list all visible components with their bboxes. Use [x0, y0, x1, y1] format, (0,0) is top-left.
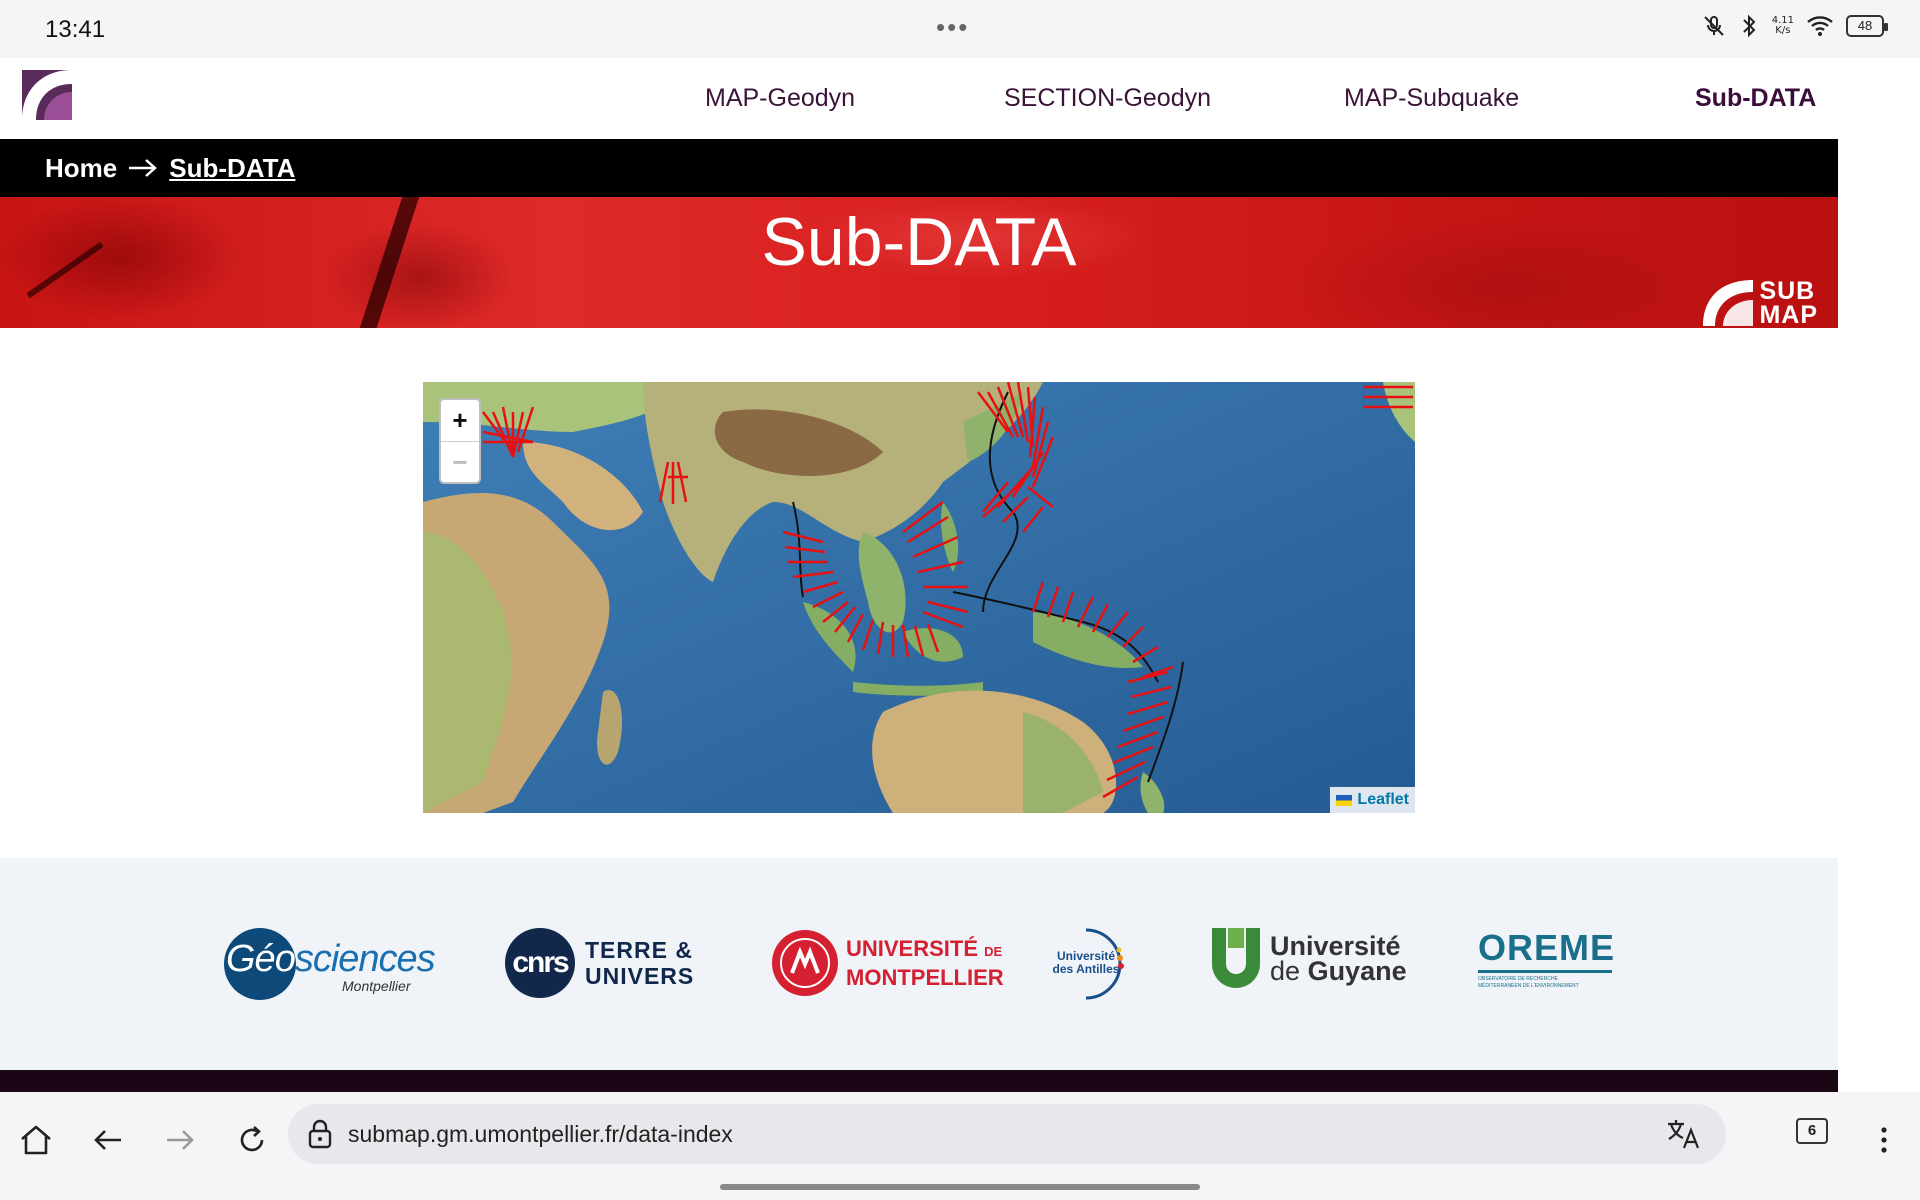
back-arrow-icon[interactable]: [84, 1116, 132, 1164]
tabs-count-button[interactable]: 6: [1796, 1118, 1828, 1144]
montpellier-seal-icon: [772, 930, 838, 996]
submap-logo: SUB MAP: [1703, 277, 1818, 328]
mute-icon: [1702, 14, 1726, 38]
guyane-logo[interactable]: Université de Guyane: [1210, 926, 1407, 992]
nav-sub-data[interactable]: Sub-DATA: [1695, 84, 1816, 113]
page-banner: Sub-DATA SUB MAP: [0, 197, 1838, 328]
status-icons: 4.11 K/s 48: [1702, 14, 1888, 38]
oreme-mark: OREME: [1478, 927, 1616, 968]
montpellier-line1: UNIVERSITÉ: [846, 935, 979, 961]
arrow-right-icon: [127, 157, 159, 179]
guyane-de: de: [1270, 956, 1301, 986]
oreme-divider: [1478, 970, 1612, 973]
menu-dots-icon[interactable]: [1860, 1116, 1908, 1164]
more-dots-icon[interactable]: •••: [936, 12, 969, 43]
battery-indicator: 48: [1846, 15, 1888, 37]
submap-logo-icon: [1703, 280, 1754, 326]
url-text[interactable]: submap.gm.umontpellier.fr/data-index: [348, 1121, 733, 1148]
lock-icon: [308, 1119, 332, 1154]
site-header: MAP-Geodyn SECTION-Geodyn MAP-Subquake S…: [0, 58, 1838, 139]
montpellier-logo[interactable]: UNIVERSITÉ DE MONTPELLIER: [770, 928, 1004, 998]
page-title: Sub-DATA: [761, 204, 1077, 280]
breadcrumb: Home Sub-DATA: [0, 139, 1838, 197]
net-speed-unit: K/s: [1775, 25, 1791, 36]
guyane-line2: Guyane: [1307, 956, 1407, 986]
oreme-sub1: OBSERVATOIRE DE RECHERCHE: [1478, 976, 1558, 982]
montpellier-de: DE: [984, 943, 1003, 959]
cnrs-mark: cnrs: [505, 928, 575, 998]
submap-logo-line1: SUB: [1759, 277, 1816, 305]
cnrs-line1: TERRE &: [585, 937, 693, 963]
geosciences-text-sciences: sciences: [294, 938, 436, 980]
translate-icon[interactable]: [1666, 1118, 1700, 1155]
nav-map-subquake[interactable]: MAP-Subquake: [1344, 84, 1519, 113]
cnrs-logo[interactable]: cnrs TERRE & UNIVERS: [505, 928, 694, 998]
nav-map-geodyn[interactable]: MAP-Geodyn: [705, 84, 855, 113]
breadcrumb-home[interactable]: Home: [45, 153, 117, 184]
home-icon[interactable]: [12, 1116, 60, 1164]
montpellier-line2: MONTPELLIER: [846, 964, 1004, 990]
bluetooth-icon: [1738, 14, 1760, 38]
forward-arrow-icon[interactable]: [156, 1116, 204, 1164]
ukraine-flag-icon: [1336, 794, 1353, 806]
leaflet-link[interactable]: Leaflet: [1357, 791, 1409, 809]
oreme-sub2: MÉDITERRANÉEN DE L'ENVIRONNEMENT: [1478, 983, 1579, 989]
partner-logos: Géosciences Montpellier cnrs TERRE & UNI…: [0, 858, 1838, 1070]
map-tiles: [423, 382, 1415, 813]
zoom-control: + −: [439, 398, 481, 484]
reload-icon[interactable]: [228, 1116, 276, 1164]
cnrs-line2: UNIVERS: [585, 963, 695, 989]
nav-section-geodyn[interactable]: SECTION-Geodyn: [1004, 84, 1211, 113]
map-attribution: Leaflet: [1330, 787, 1415, 813]
address-bar[interactable]: submap.gm.umontpellier.fr/data-index: [288, 1104, 1726, 1164]
geosciences-logo[interactable]: Géosciences Montpellier: [224, 926, 436, 1002]
oreme-logo[interactable]: OREME OBSERVATOIRE DE RECHERCHE MÉDITERR…: [1478, 930, 1615, 990]
wifi-icon: [1806, 15, 1834, 37]
antilles-line2: des Antilles: [1052, 962, 1120, 976]
site-footer-bar: [0, 1070, 1838, 1092]
main-nav: MAP-Geodyn SECTION-Geodyn MAP-Subquake S…: [0, 58, 1838, 139]
status-time: 13:41: [45, 16, 106, 43]
submap-logo-line2: MAP: [1759, 301, 1818, 328]
geosciences-sub: Montpellier: [342, 978, 411, 994]
geosciences-text-geo: Géo: [226, 938, 296, 980]
zoom-out-button[interactable]: −: [441, 441, 479, 482]
guyane-mark-icon: [1212, 928, 1260, 988]
net-speed: 4.11 K/s: [1772, 16, 1794, 36]
gesture-home-indicator[interactable]: [720, 1184, 1200, 1190]
antilles-logo[interactable]: Université des Antilles: [1046, 924, 1126, 1004]
zoom-in-button[interactable]: +: [441, 400, 479, 441]
system-status-bar: 13:41 ••• 4.11 K/s 48: [0, 0, 1920, 58]
breadcrumb-current[interactable]: Sub-DATA: [169, 153, 295, 184]
subduction-map[interactable]: + − Leaflet: [423, 382, 1415, 813]
